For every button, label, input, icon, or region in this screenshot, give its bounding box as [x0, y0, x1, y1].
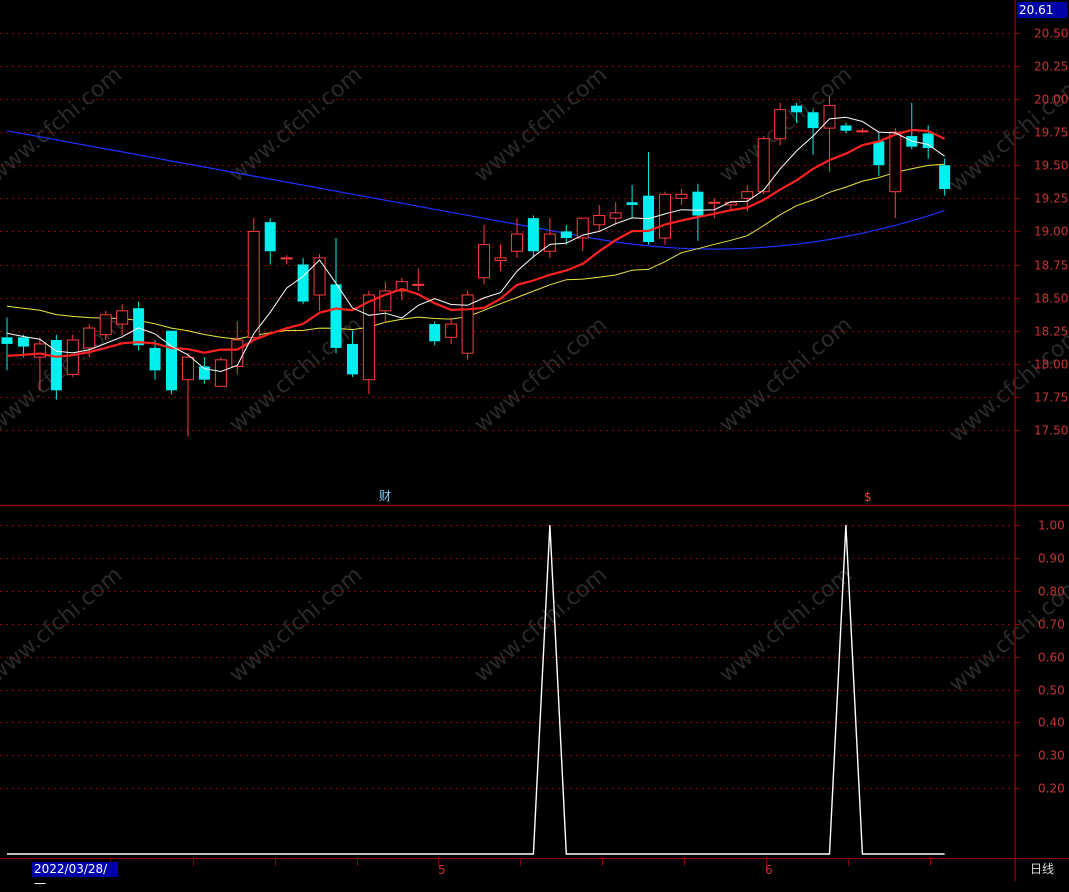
price-tick-label: 20.25 — [1034, 60, 1068, 74]
candle-body — [889, 131, 902, 193]
candle-body — [181, 356, 194, 381]
candle-body — [675, 193, 688, 199]
month-label: 5 — [438, 863, 446, 877]
candle-body — [66, 339, 79, 375]
indicator-tick-label: 0.80 — [1038, 585, 1065, 599]
candle-body — [116, 310, 129, 325]
candle-body — [330, 284, 342, 348]
candle-body — [247, 230, 260, 338]
candle-body — [362, 294, 375, 381]
candle-body — [429, 324, 441, 342]
price-tick-label: 19.00 — [1034, 225, 1068, 239]
watermark-text: www.cfchi.com — [0, 62, 127, 187]
price-tick-label: 18.75 — [1034, 259, 1068, 273]
last-price-tag: 20.61 — [1017, 2, 1067, 18]
candle-body — [297, 264, 309, 302]
candle-body — [873, 141, 885, 166]
indicator-tick-label: 0.20 — [1038, 782, 1065, 796]
candle-body — [939, 165, 951, 190]
indicator-tick-label: 0.60 — [1038, 651, 1065, 665]
candle-body — [543, 233, 556, 252]
candle-body — [99, 314, 112, 336]
price-tick-label: 19.50 — [1034, 159, 1068, 173]
candle-body — [791, 105, 803, 113]
finance-marker: 财 — [379, 489, 391, 503]
candle-body — [527, 218, 539, 252]
candle-body — [412, 283, 425, 286]
candle-body — [757, 138, 770, 193]
indicator-tick-label: 1.00 — [1038, 519, 1065, 533]
price-tick-label: 17.50 — [1034, 424, 1068, 438]
watermark-text: www.cfchi.com — [0, 562, 127, 687]
indicator-tick-label: 0.30 — [1038, 749, 1065, 763]
price-tick-label: 20.00 — [1034, 93, 1068, 107]
period-selector[interactable]: 日线 — [1030, 862, 1054, 877]
price-tick-label: 18.25 — [1034, 325, 1068, 339]
candle-body — [214, 359, 227, 387]
candle-body — [807, 112, 819, 129]
watermark-text: www.cfchi.com — [470, 62, 612, 187]
month-label: 6 — [765, 863, 773, 877]
candle-body — [609, 212, 622, 219]
indicator-tick-label: 0.70 — [1038, 618, 1065, 632]
candle-body — [593, 215, 606, 226]
candle-body — [231, 339, 244, 367]
dividend-marker: $ — [864, 490, 872, 504]
indicator-line — [7, 524, 945, 855]
candle-body — [166, 330, 177, 391]
candle-body — [50, 339, 62, 391]
candle-body — [264, 222, 276, 252]
candle-body — [83, 327, 96, 349]
price-tick-label: 18.00 — [1034, 358, 1068, 372]
candle-body — [510, 233, 523, 252]
candle-body — [494, 257, 507, 262]
indicator-tick-label: 0.90 — [1038, 552, 1065, 566]
candle-body — [626, 202, 638, 205]
candle-body — [741, 191, 754, 199]
candle-body — [856, 130, 869, 133]
candle-body — [133, 308, 145, 346]
date-cursor-label: 2022/03/28/一 — [32, 862, 118, 891]
candle-body — [922, 133, 934, 148]
price-tick-label: 20.50 — [1034, 27, 1068, 41]
watermark-text: www.cfchi.com — [715, 562, 857, 687]
candle-body — [708, 201, 721, 204]
price-tick-label: 19.25 — [1034, 192, 1068, 206]
candle-body — [692, 191, 704, 216]
candle-body — [1, 337, 13, 344]
candle-body — [346, 343, 358, 375]
indicator-tick-label: 0.50 — [1038, 684, 1065, 698]
price-tick-label: 19.75 — [1034, 126, 1068, 140]
kline-chart[interactable]: www.cfchi.com www.cfchi.com www.cfchi.com w… — [0, 0, 1069, 881]
candle-body — [280, 257, 293, 260]
candle-body — [560, 231, 572, 239]
candle-body — [17, 337, 29, 347]
indicator-tick-label: 0.40 — [1038, 716, 1065, 730]
candle-body — [823, 105, 836, 129]
candle-body — [149, 347, 161, 371]
candle-body — [478, 244, 491, 279]
watermark-text: www.cfchi.com — [225, 62, 367, 187]
ma20-line — [6, 163, 945, 340]
candle-body — [774, 109, 787, 140]
candle-body — [659, 193, 671, 239]
candle-body — [445, 323, 458, 338]
ma5-line — [6, 116, 945, 373]
watermark-text: www.cfchi.com — [470, 562, 612, 687]
price-tick-label: 18.50 — [1034, 292, 1068, 306]
watermark-text: www.cfchi.com — [225, 562, 367, 687]
candle-body — [840, 125, 852, 131]
price-tick-label: 17.75 — [1034, 391, 1068, 405]
